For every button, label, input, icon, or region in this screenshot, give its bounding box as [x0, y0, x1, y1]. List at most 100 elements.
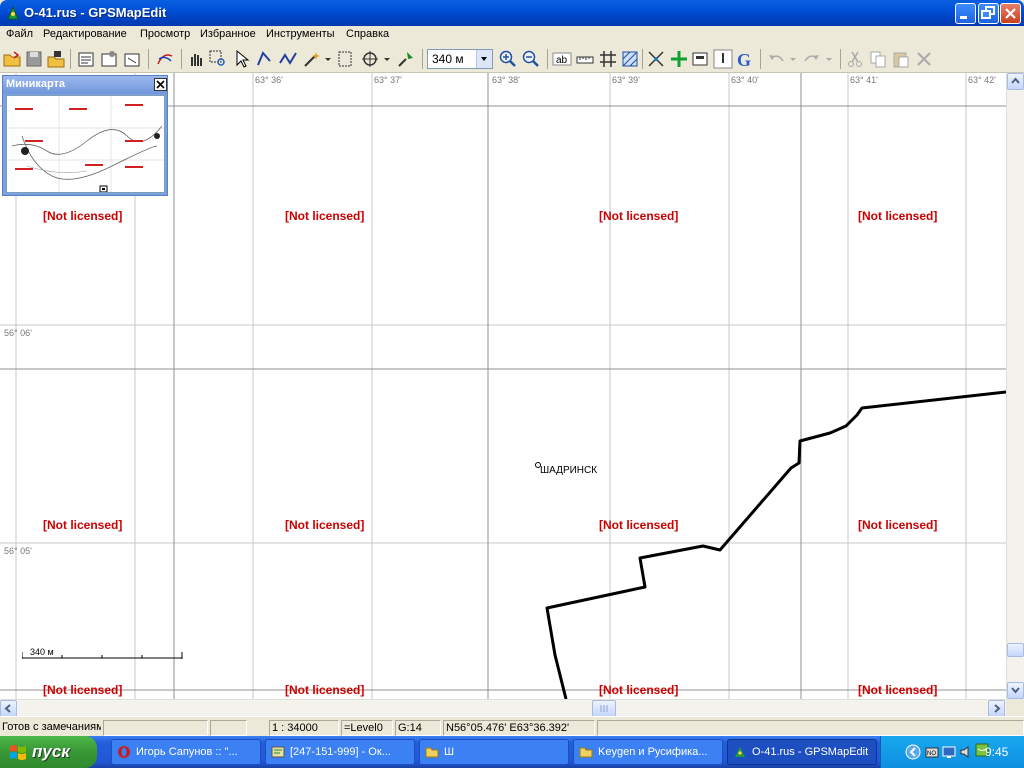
export-icon[interactable] — [46, 49, 66, 69]
minimap-close-button[interactable] — [154, 78, 167, 91]
chevron-left-icon[interactable] — [905, 744, 921, 760]
not-licensed-watermark: [Not licensed] — [599, 518, 679, 532]
rectangle-select-icon[interactable] — [336, 49, 356, 69]
select-pointer-icon[interactable] — [232, 49, 252, 69]
toolbar: 340 м ab G — [0, 45, 1024, 73]
close-icon — [156, 80, 165, 89]
speaker-icon[interactable] — [958, 744, 974, 760]
scroll-right-button[interactable] — [988, 700, 1005, 717]
move-icon[interactable] — [360, 49, 380, 69]
chevron-down-icon[interactable] — [788, 49, 798, 69]
not-licensed-watermark: [Not licensed] — [858, 518, 938, 532]
start-button[interactable]: пуск — [0, 736, 97, 768]
svg-text:NO: NO — [927, 751, 936, 757]
taskbar-item[interactable]: Игорь Сапунов :: "... — [111, 739, 261, 765]
zoom-select-icon[interactable] — [208, 49, 228, 69]
chevron-down-icon[interactable] — [381, 49, 393, 69]
ruler-icon[interactable] — [575, 49, 595, 69]
status-coordinates: N56°05.476' E63°36.392' — [443, 720, 595, 736]
hatch-icon[interactable] — [620, 49, 640, 69]
folder-icon — [579, 747, 593, 758]
minimap-view[interactable] — [6, 95, 165, 193]
status-bar: Готов с замечаниям 1 : 34000 =Level0 G:1… — [0, 716, 1024, 736]
menu-view[interactable]: Просмотр — [140, 28, 190, 40]
city-label[interactable]: ШАДРИНСК — [540, 465, 597, 476]
minimize-button[interactable] — [955, 3, 976, 24]
not-licensed-watermark: [Not licensed] — [285, 209, 365, 223]
chevron-up-icon — [1011, 77, 1020, 84]
close-button[interactable] — [1000, 3, 1021, 24]
title-bar: O-41.rus - GPSMapEdit — [0, 0, 1024, 26]
restore-button[interactable] — [978, 3, 999, 24]
taskbar-item-label: Keygen и Русифика... — [598, 746, 708, 758]
scroll-thumb[interactable] — [592, 700, 616, 717]
menu-file[interactable]: Файл — [6, 28, 33, 40]
labels-icon[interactable]: ab — [552, 49, 572, 69]
status-pane-empty — [597, 720, 1024, 736]
polyline-icon[interactable] — [278, 49, 298, 69]
taskbar-item[interactable]: Keygen и Русифика... — [573, 739, 723, 765]
redo-icon[interactable] — [802, 49, 822, 69]
layers-icon[interactable] — [690, 49, 710, 69]
longitude-label: 63° 38' — [492, 75, 520, 85]
taskbar-item-active[interactable]: O-41.rus - GPSMapEdit — [727, 739, 877, 765]
zoom-in-icon[interactable] — [498, 49, 518, 69]
magic-wand-icon[interactable] — [302, 49, 322, 69]
chevron-down-icon[interactable] — [476, 50, 492, 68]
horizontal-scrollbar[interactable] — [0, 699, 1006, 717]
undo-icon[interactable] — [766, 49, 786, 69]
chat-window-icon — [271, 746, 285, 758]
taskbar-item-label: Игорь Сапунов :: "... — [136, 746, 238, 758]
vertical-scrollbar[interactable] — [1006, 73, 1024, 699]
open-icon[interactable] — [2, 49, 22, 69]
monitor-icon[interactable] — [941, 744, 957, 760]
attach-icon[interactable] — [713, 49, 733, 69]
latitude-label: 56° 05' — [4, 546, 32, 556]
svg-text:ab: ab — [556, 55, 568, 66]
save-icon[interactable] — [24, 49, 44, 69]
scroll-thumb[interactable] — [1007, 643, 1024, 657]
delete-icon[interactable] — [914, 49, 934, 69]
not-licensed-watermark: [Not licensed] — [858, 209, 938, 223]
cut-icon[interactable] — [845, 49, 865, 69]
paste-icon[interactable] — [891, 49, 911, 69]
zoom-out-icon[interactable] — [521, 49, 541, 69]
menu-help[interactable]: Справка — [346, 28, 389, 40]
minimap-panel[interactable]: Миникарта — [2, 75, 168, 196]
scroll-up-button[interactable] — [1007, 73, 1024, 90]
chevron-right-icon — [994, 704, 1001, 713]
chevron-down-icon[interactable] — [322, 49, 334, 69]
edit-nodes-icon[interactable] — [254, 49, 274, 69]
chevron-down-icon — [1011, 687, 1020, 694]
scroll-down-button[interactable] — [1007, 682, 1024, 699]
transform-icon[interactable] — [122, 49, 142, 69]
properties-icon[interactable] — [76, 49, 96, 69]
menu-favorites[interactable]: Избранное — [200, 28, 256, 40]
svg-text:G: G — [737, 50, 751, 69]
not-licensed-watermark: [Not licensed] — [599, 209, 679, 223]
add-node-icon[interactable] — [669, 49, 689, 69]
split-icon[interactable] — [646, 49, 666, 69]
navigate-icon[interactable] — [396, 49, 416, 69]
status-message: Готов с замечаниям — [2, 721, 101, 733]
minimap-header: Миникарта — [3, 76, 167, 94]
scroll-left-button[interactable] — [0, 700, 17, 717]
taskbar-item[interactable]: [247-151-999] - Ок... — [265, 739, 415, 765]
route-icon[interactable] — [155, 49, 175, 69]
taskbar: пуск Игорь Сапунов :: "... [247-151-999]… — [0, 736, 1024, 768]
google-icon[interactable]: G — [735, 49, 755, 69]
windows-logo-icon — [10, 745, 26, 760]
network-icon[interactable]: NO — [924, 744, 940, 760]
taskbar-item[interactable]: Ш — [419, 739, 569, 765]
menu-tools[interactable]: Инструменты — [266, 28, 335, 40]
clock[interactable]: 9:45 — [985, 745, 1008, 759]
map-properties-icon[interactable] — [99, 49, 119, 69]
boundary-line — [545, 390, 1006, 699]
chevron-down-icon[interactable] — [824, 49, 834, 69]
menu-edit[interactable]: Редактирование — [43, 28, 127, 40]
copy-icon[interactable] — [868, 49, 888, 69]
grid-icon[interactable] — [598, 49, 618, 69]
not-licensed-watermark: [Not licensed] — [599, 683, 679, 697]
scale-select[interactable]: 340 м — [427, 49, 493, 69]
hand-tool-icon[interactable] — [186, 49, 206, 69]
